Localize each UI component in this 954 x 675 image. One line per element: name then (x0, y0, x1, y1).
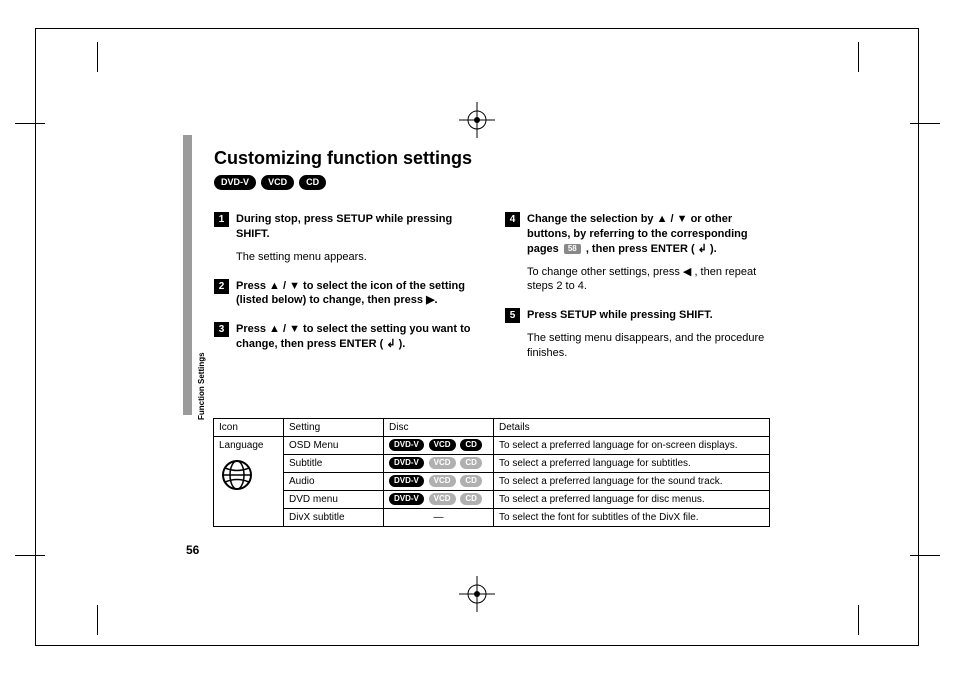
badge-vcd-disabled: VCD (429, 475, 456, 487)
steps-col-left: 1 During stop, press SETUP while pressin… (214, 212, 479, 375)
col-setting: Setting (284, 419, 384, 437)
disc-cell: DVD-V VCD CD (384, 473, 494, 491)
badge-cd: CD (460, 439, 482, 451)
language-globe-icon (219, 457, 255, 493)
table-row: DivX subtitle — To select the font for s… (214, 509, 770, 527)
table-header-row: Icon Setting Disc Details (214, 419, 770, 437)
setting-cell: OSD Menu (284, 437, 384, 455)
badge-dvd-v: DVD-V (389, 475, 424, 487)
table-row: Audio DVD-V VCD CD To select a preferred… (214, 473, 770, 491)
page-ref-badge: 58 (564, 244, 581, 255)
disc-cell: DVD-V VCD CD (384, 437, 494, 455)
supported-formats: DVD-V VCD CD (214, 175, 770, 190)
badge-vcd: VCD (429, 439, 456, 451)
steps-col-right: 4 Change the selection by ▲ / ▼ or other… (505, 212, 770, 375)
badge-vcd: VCD (261, 175, 294, 190)
col-icon: Icon (214, 419, 284, 437)
setting-cell: DVD menu (284, 491, 384, 509)
badge-dvd-v: DVD-V (389, 439, 424, 451)
badge-dvd-v: DVD-V (389, 493, 424, 505)
step-body: The setting menu disappears, and the pro… (527, 331, 770, 361)
step-title: Change the selection by ▲ / ▼ or other b… (527, 212, 770, 257)
step-number-icon: 1 (214, 212, 229, 227)
badge-cd-disabled: CD (460, 475, 482, 487)
step-title: Press SETUP while pressing SHIFT. (527, 308, 770, 323)
setting-cell: Subtitle (284, 455, 384, 473)
step-5: 5 Press SETUP while pressing SHIFT. The … (505, 308, 770, 361)
step-4: 4 Change the selection by ▲ / ▼ or other… (505, 212, 770, 294)
details-cell: To select a preferred language for subti… (494, 455, 770, 473)
table-row: Subtitle DVD-V VCD CD To select a prefer… (214, 455, 770, 473)
col-details: Details (494, 419, 770, 437)
step-title: Press ▲ / ▼ to select the setting you wa… (236, 322, 479, 352)
step-number-icon: 3 (214, 322, 229, 337)
page-number: 56 (186, 543, 199, 557)
section-tab-bar (183, 135, 192, 415)
badge-dvd-v: DVD-V (389, 457, 424, 469)
step-2: 2 Press ▲ / ▼ to select the icon of the … (214, 279, 479, 309)
details-cell: To select a preferred language for the s… (494, 473, 770, 491)
page-title: Customizing function settings (214, 148, 770, 169)
content-area: Customizing function settings DVD-V VCD … (214, 148, 770, 375)
badge-vcd-disabled: VCD (429, 457, 456, 469)
icon-label: Language (219, 440, 278, 451)
disc-cell: DVD-V VCD CD (384, 491, 494, 509)
setting-cell: DivX subtitle (284, 509, 384, 527)
step-title: During stop, press SETUP while pressing … (236, 212, 479, 242)
badge-vcd-disabled: VCD (429, 493, 456, 505)
col-disc: Disc (384, 419, 494, 437)
step-number-icon: 4 (505, 212, 520, 227)
badge-cd-disabled: CD (460, 493, 482, 505)
step-number-icon: 2 (214, 279, 229, 294)
setting-cell: Audio (284, 473, 384, 491)
details-cell: To select a preferred language for on-sc… (494, 437, 770, 455)
details-cell: To select the font for subtitles of the … (494, 509, 770, 527)
settings-table: Icon Setting Disc Details Language (213, 418, 770, 527)
step-title: Press ▲ / ▼ to select the icon of the se… (236, 279, 479, 309)
badge-cd: CD (299, 175, 326, 190)
step-title-post: , then press ENTER ( ↲ ). (583, 243, 717, 255)
details-cell: To select a preferred language for disc … (494, 491, 770, 509)
steps-columns: 1 During stop, press SETUP while pressin… (214, 212, 770, 375)
step-1: 1 During stop, press SETUP while pressin… (214, 212, 479, 265)
badge-dvd-v: DVD-V (214, 175, 256, 190)
section-label: Function Settings (197, 352, 206, 420)
disc-cell: DVD-V VCD CD (384, 455, 494, 473)
badge-cd-disabled: CD (460, 457, 482, 469)
step-body: To change other settings, press ◀ , then… (527, 265, 770, 295)
step-3: 3 Press ▲ / ▼ to select the setting you … (214, 322, 479, 352)
table-row: Language OSD Menu DVD-V VCD (214, 437, 770, 455)
disc-cell: — (384, 509, 494, 527)
step-number-icon: 5 (505, 308, 520, 323)
step-body: The setting menu appears. (236, 250, 479, 265)
table-row: DVD menu DVD-V VCD CD To select a prefer… (214, 491, 770, 509)
icon-cell: Language (214, 437, 284, 527)
